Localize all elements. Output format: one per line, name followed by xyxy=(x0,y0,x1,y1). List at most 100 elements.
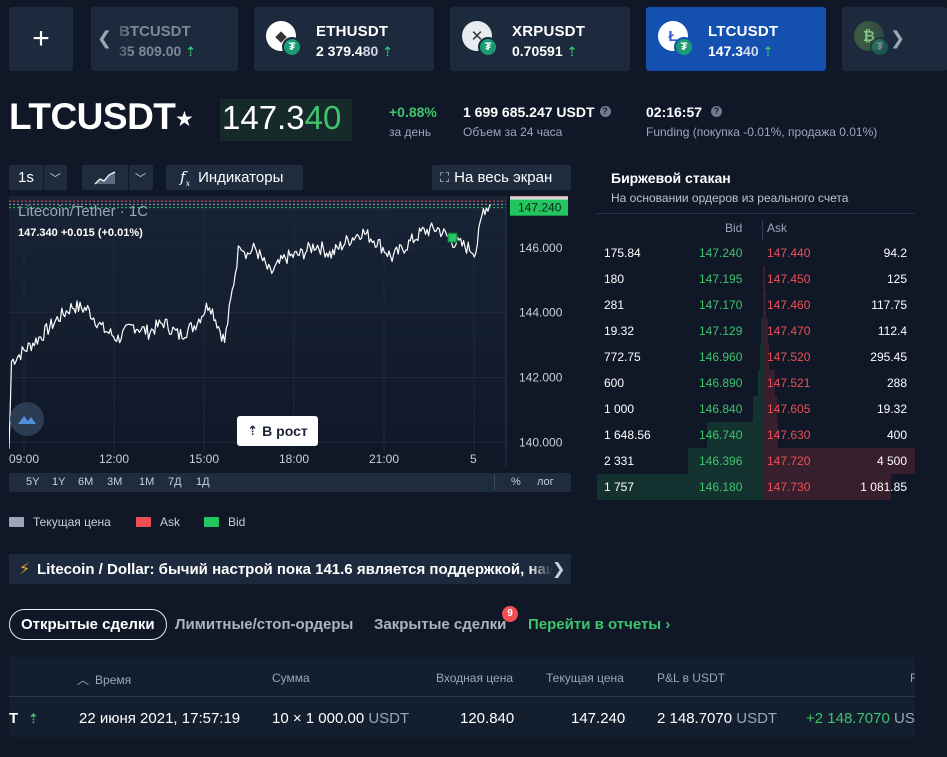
col-entry-price[interactable]: Входная цена xyxy=(436,671,513,685)
orderbook-row[interactable]: 1 757 146.180 147.730 1 081.85 xyxy=(596,474,915,500)
legend-ask: Ask xyxy=(136,515,180,529)
favorite-star-icon[interactable]: ★ xyxy=(175,107,194,132)
ask-size: 112.4 xyxy=(877,324,907,338)
ask-price: 147.720 xyxy=(767,454,811,468)
row-pnl: 2 148.7070 USDT xyxy=(657,710,778,727)
y-tick: 142.000 xyxy=(519,370,563,384)
reports-link[interactable]: Перейти в отчеты › xyxy=(528,609,670,640)
orderbook-row[interactable]: 600 146.890 147.521 288 xyxy=(596,370,915,396)
period-1y[interactable]: 1Y xyxy=(52,476,65,488)
bid-depth-bar xyxy=(753,396,763,422)
chevron-up-icon: ︿ xyxy=(77,673,90,687)
ticker-btcusdt[interactable]: BTCUSDT 35 809.00 ⇡ xyxy=(91,7,238,71)
orderbook-row[interactable]: 19.32 147.129 147.470 112.4 xyxy=(596,318,915,344)
tether-icon: ₮ xyxy=(674,37,694,57)
ask-size: 295.45 xyxy=(870,350,907,364)
bid-price: 146.960 xyxy=(699,350,743,364)
tradingview-logo-icon[interactable] xyxy=(10,402,44,436)
legend-bid: Bid xyxy=(204,515,245,529)
period-1d[interactable]: 1Д xyxy=(196,476,210,488)
tab-open-trades[interactable]: Открытые сделки xyxy=(9,609,167,640)
tab-limit-orders[interactable]: Лимитные/стоп-ордеры xyxy=(175,609,353,640)
y-tick: 146.000 xyxy=(519,241,563,255)
news-ticker[interactable]: ⚡ Litecoin / Dollar: бычий настрой пока … xyxy=(9,554,571,584)
help-icon[interactable]: ? xyxy=(599,106,611,117)
period-5y[interactable]: 5Y xyxy=(26,476,39,488)
bid-price: 146.180 xyxy=(699,480,743,494)
chart-pair-label: Litecoin/Tether · 1C xyxy=(18,203,149,220)
bid-size: 281 xyxy=(604,298,625,312)
chevron-left-icon[interactable]: ❮ xyxy=(97,28,112,49)
ticker-name: ETHUSDT xyxy=(316,23,389,40)
ask-size: 4 500 xyxy=(876,454,907,468)
col-pnl[interactable]: P&L в USDT xyxy=(657,671,725,685)
ticker-name: XRPUSDT xyxy=(512,23,586,40)
col-current-price[interactable]: Текущая цена xyxy=(546,671,624,685)
period-7d[interactable]: 7Д xyxy=(168,476,182,488)
orderbook-row[interactable]: 175.84 147.240 147.440 94.2 xyxy=(596,240,915,266)
chevron-down-icon: ﹀ xyxy=(49,172,61,185)
area-chart-icon xyxy=(82,170,128,185)
chevron-right-icon[interactable]: ❯ xyxy=(552,559,565,579)
period-6m[interactable]: 6M xyxy=(78,476,93,488)
ticker-xrpusdt[interactable]: ✕ ₮ XRPUSDT 0.70591 ⇡ xyxy=(450,7,630,71)
orderbook-subtitle: На основании ордеров из реального счета xyxy=(611,191,849,205)
bid-price-tag: 147.240 xyxy=(510,199,568,216)
chart-type-select[interactable]: ﹀ xyxy=(82,165,153,190)
bid-size: 2 331 xyxy=(604,454,635,468)
trend-button[interactable]: ⇡ В рост xyxy=(237,416,318,446)
orderbook-row[interactable]: 2 331 146.396 147.720 4 500 xyxy=(596,448,915,474)
ticker-ltcusdt[interactable]: Ł ₮ LTCUSDT 147.340 ⇡ xyxy=(646,7,826,71)
orderbook-row[interactable]: 772.75 146.960 147.520 295.45 xyxy=(596,344,915,370)
ask-size: 117.75 xyxy=(871,298,907,312)
trade-marker xyxy=(447,232,458,243)
fullscreen-button[interactable]: ⛶ На весь экран xyxy=(432,165,571,190)
orderbook-row[interactable]: 1 648.56 146.740 147.630 400 xyxy=(596,422,915,448)
period-1m[interactable]: 1M xyxy=(139,476,154,488)
ask-size: 19.32 xyxy=(876,402,907,416)
symbol-title: LTCUSDT xyxy=(9,96,176,137)
col-amount[interactable]: Сумма xyxy=(272,671,310,685)
x-tick: 18:00 xyxy=(279,452,310,466)
col-time[interactable]: ︿ Время xyxy=(77,671,131,688)
bid-size: 1 000 xyxy=(604,402,635,416)
period-3m[interactable]: 3M xyxy=(107,476,122,488)
percent-scale-button[interactable]: % xyxy=(511,476,521,488)
row-time: 22 июня 2021, 17:57:19 xyxy=(79,710,241,727)
period-bar: 5Y 1Y 6M 3M 1M 7Д 1Д % лог xyxy=(9,473,571,492)
closed-trades-badge: 9 xyxy=(502,606,518,622)
funding-info: 02:16:57? Funding (покупка -0.01%, прода… xyxy=(646,104,878,139)
bid-price: 146.890 xyxy=(699,376,743,390)
price-tag-label: 147.240 xyxy=(518,201,562,215)
bid-price: 147.240 xyxy=(699,246,743,260)
orderbook-title: Биржевой стакан xyxy=(611,170,731,186)
up-arrow-icon: ⇡ xyxy=(566,44,578,59)
expand-icon: ⛶ xyxy=(440,169,450,185)
orderbook-row[interactable]: 281 147.170 147.460 117.75 xyxy=(596,292,915,318)
indicators-button[interactable]: fx Индикаторы xyxy=(166,165,303,190)
ask-depth-bar xyxy=(763,292,766,318)
ask-price: 147.460 xyxy=(767,298,811,312)
ask-size: 125 xyxy=(886,272,907,286)
open-trades-table: ︿ Время Сумма Входная цена Текущая цена P… xyxy=(9,657,915,737)
orderbook-row[interactable]: 180 147.195 147.450 125 xyxy=(596,266,915,292)
ticker-ethusdt[interactable]: ◆ ₮ ETHUSDT 2 379.480 ⇡ xyxy=(254,7,434,71)
chevron-right-icon[interactable]: ❯ xyxy=(890,28,905,49)
log-scale-button[interactable]: лог xyxy=(537,476,554,488)
orderbook-row[interactable]: 1 000 146.840 147.605 19.32 xyxy=(596,396,915,422)
bid-size: 19.32 xyxy=(604,324,635,338)
col-extra[interactable]: F xyxy=(910,671,915,685)
help-icon[interactable]: ? xyxy=(711,106,723,117)
row-current-price: 147.240 xyxy=(571,710,626,727)
legend-current: Текущая цена xyxy=(9,515,111,529)
orderbook-col-bid: Bid xyxy=(725,221,743,235)
up-arrow-icon: ⇡ xyxy=(28,711,40,726)
ticker-price: 2 379.480 ⇡ xyxy=(316,43,394,59)
tab-closed-trades[interactable]: Закрытые сделки xyxy=(374,609,506,640)
interval-select[interactable]: 1s ﹀ xyxy=(9,165,67,190)
add-asset-button[interactable]: + xyxy=(9,7,73,71)
bid-size: 175.84 xyxy=(604,246,641,260)
bid-price: 146.840 xyxy=(699,402,743,416)
bid-size: 1 648.56 xyxy=(604,428,651,442)
bid-price: 146.396 xyxy=(699,454,743,468)
